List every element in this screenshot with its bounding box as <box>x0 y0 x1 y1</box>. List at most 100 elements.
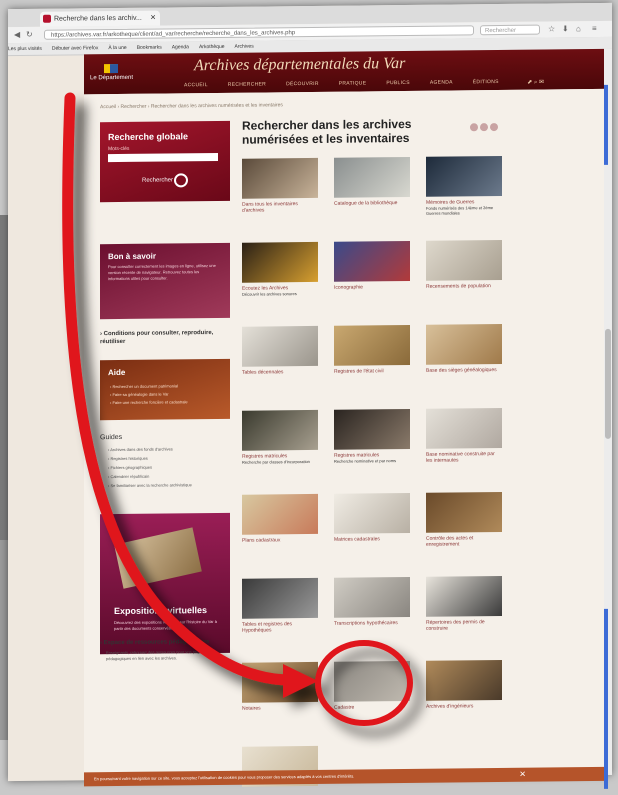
search-button[interactable]: Rechercher <box>142 177 173 183</box>
tile-image[interactable] <box>334 660 410 702</box>
tile-image[interactable] <box>426 239 502 281</box>
archive-tile[interactable]: Dans tous les inventaires d'archives <box>242 157 318 214</box>
help-link[interactable]: › Faire une recherche foncière et cadast… <box>110 399 188 405</box>
tile-caption[interactable]: Notaires <box>242 705 318 712</box>
tile-caption[interactable]: Répertoires des permis de construire <box>426 619 502 632</box>
archive-tile[interactable]: Catalogue de la bibliothèque <box>334 156 410 207</box>
help-link[interactable]: › Faire sa généalogie dans le Var <box>110 391 169 397</box>
bookmark-item[interactable]: Bookmarks <box>137 45 162 51</box>
scroll-thumb[interactable] <box>605 328 611 439</box>
menu-item[interactable]: RECHERCHER <box>228 81 266 87</box>
browser-tab[interactable]: Recherche dans les archiv... ✕ <box>40 10 160 27</box>
menu-item[interactable]: ÉDITIONS <box>473 79 499 85</box>
archive-tile[interactable]: Tables et registres des Hypothèques <box>242 577 318 634</box>
tile-caption[interactable]: Plans cadastraux <box>242 537 318 543</box>
share-icon[interactable] <box>470 123 478 132</box>
tile-image[interactable] <box>242 661 318 703</box>
url-input[interactable]: https://archives.var.fr/arkotheque/clien… <box>44 25 474 40</box>
menu-icon[interactable]: ≡ <box>592 24 597 33</box>
tile-caption[interactable]: Base des sièges généalogiques <box>426 367 502 374</box>
tile-image[interactable] <box>242 409 318 451</box>
help-link[interactable]: › Rechercher un document patrimonial <box>110 383 178 389</box>
virtual-exhibitions-panel[interactable]: Expositions virtuelles Découvrez des exp… <box>100 512 230 655</box>
tile-caption[interactable]: Matrices cadastrales <box>334 536 410 542</box>
close-icon[interactable]: ✕ <box>150 11 156 26</box>
department-logo[interactable]: Le Département <box>90 64 133 84</box>
tile-image[interactable] <box>426 659 502 701</box>
print-icon[interactable] <box>480 123 488 132</box>
archive-tile[interactable]: Cadastre <box>334 660 410 711</box>
tile-image[interactable] <box>426 575 502 617</box>
archive-tile[interactable]: Registres de l'état civil <box>334 324 410 375</box>
bookmark-item[interactable]: Archives <box>235 44 254 50</box>
tile-caption[interactable]: Tables et registres des Hypothèques <box>242 621 318 634</box>
bookmark-item[interactable]: Débuter avec Firefox <box>52 45 98 51</box>
site-title[interactable]: Archives départementales du Var <box>194 55 405 75</box>
tile-image[interactable] <box>242 157 318 199</box>
bookmark-item[interactable]: Agenda <box>172 44 189 50</box>
archive-tile[interactable]: Archives d'ingénieurs <box>426 659 502 710</box>
menu-item[interactable]: ACCUEIL <box>184 82 208 88</box>
tile-image[interactable] <box>334 324 410 366</box>
tile-caption[interactable]: Catalogue de la bibliothèque <box>334 200 410 207</box>
archive-tile[interactable]: Contrôle des actes et enregistrement <box>426 491 502 548</box>
breadcrumb[interactable]: Accueil › Rechercher › Rechercher dans l… <box>100 102 283 110</box>
tile-caption[interactable]: Registres de l'état civil <box>334 368 410 375</box>
tile-caption[interactable]: Base nominative construite par les inter… <box>426 451 502 464</box>
tile-caption[interactable]: Contrôle des actes et enregistrement <box>426 535 502 547</box>
archive-tile[interactable]: Transcriptions hypothécaires <box>334 576 410 627</box>
tile-image[interactable] <box>426 323 502 365</box>
download-icon[interactable]: ⬇ <box>562 24 569 33</box>
archive-tile[interactable]: Tables décennales <box>242 325 318 376</box>
home-icon[interactable]: ⌂ <box>576 24 581 33</box>
global-search-input[interactable] <box>108 152 218 163</box>
bookmark-star-icon[interactable]: ☆ <box>548 24 555 33</box>
menu-item[interactable]: PRATIQUE <box>339 80 367 86</box>
archive-tile[interactable]: Matrices cadastrales <box>334 492 410 543</box>
search-icon[interactable] <box>174 173 188 188</box>
archive-tile[interactable]: Base nominative construite par les inter… <box>426 407 502 464</box>
archive-tile[interactable]: Base des sièges généalogiques <box>426 323 502 374</box>
cookie-close-button[interactable]: ✕ <box>519 768 526 782</box>
tile-image[interactable] <box>426 491 502 533</box>
share-icons[interactable] <box>470 118 500 136</box>
bookmark-item[interactable]: À la une <box>108 45 126 51</box>
archive-tile[interactable]: Registres matricules Recherche nominative… <box>334 408 410 464</box>
tile-image[interactable] <box>242 325 318 367</box>
tile-caption[interactable]: Tables décennales <box>242 369 318 375</box>
conditions-link[interactable]: › Conditions pour consulter, reproduire,… <box>100 329 230 346</box>
tile-image[interactable] <box>334 408 410 450</box>
tile-caption[interactable]: Recensements de population <box>426 283 502 290</box>
tile-image[interactable] <box>334 492 410 534</box>
tile-caption[interactable]: Transcriptions hypothécaires <box>334 620 410 627</box>
search-input[interactable]: Rechercher <box>480 24 540 36</box>
tile-caption[interactable]: Dans tous les inventaires d'archives <box>242 201 318 214</box>
archive-tile[interactable]: Notaires <box>242 661 318 712</box>
header-icons[interactable]: ⬈ ⌕ ✉ <box>527 79 544 87</box>
menu-item[interactable]: DÉCOUVRIR <box>286 81 319 87</box>
scrollbar[interactable] <box>604 48 612 789</box>
bookmark-item[interactable]: Arkothèque <box>199 44 225 50</box>
tile-caption[interactable]: Iconographie <box>334 284 410 290</box>
tile-image[interactable] <box>334 240 410 282</box>
bookmark-item[interactable]: Les plus visités <box>8 46 42 52</box>
archive-tile[interactable]: Recensements de population <box>426 239 502 290</box>
archive-tile[interactable]: Ecoutez les Archives Découvrir les archiv… <box>242 241 318 297</box>
menu-item[interactable]: AGENDA <box>430 80 453 86</box>
tile-caption[interactable]: Archives d'ingénieurs <box>426 703 502 709</box>
archive-tile[interactable]: Répertoires des permis de construire <box>426 575 502 632</box>
archive-tile[interactable]: Mémoires de Guerres Fonds numérisés des 1… <box>426 155 502 216</box>
tile-caption[interactable] <box>242 789 318 790</box>
tile-image[interactable] <box>242 493 318 535</box>
mail-icon[interactable] <box>490 123 498 132</box>
tile-image[interactable] <box>426 407 502 449</box>
back-icon[interactable]: ◀ <box>14 30 20 39</box>
tile-image[interactable] <box>242 577 318 619</box>
tile-image[interactable] <box>242 241 318 283</box>
tile-image[interactable] <box>334 576 410 618</box>
archive-tile[interactable]: Registres matricules Recherche par classe… <box>242 409 318 465</box>
tile-image[interactable] <box>426 155 502 197</box>
guide-link[interactable]: › Se familiariser avec la recherche arch… <box>100 480 230 490</box>
archive-tile[interactable]: Plans cadastraux <box>242 493 318 544</box>
menu-item[interactable]: PUBLICS <box>386 80 410 86</box>
